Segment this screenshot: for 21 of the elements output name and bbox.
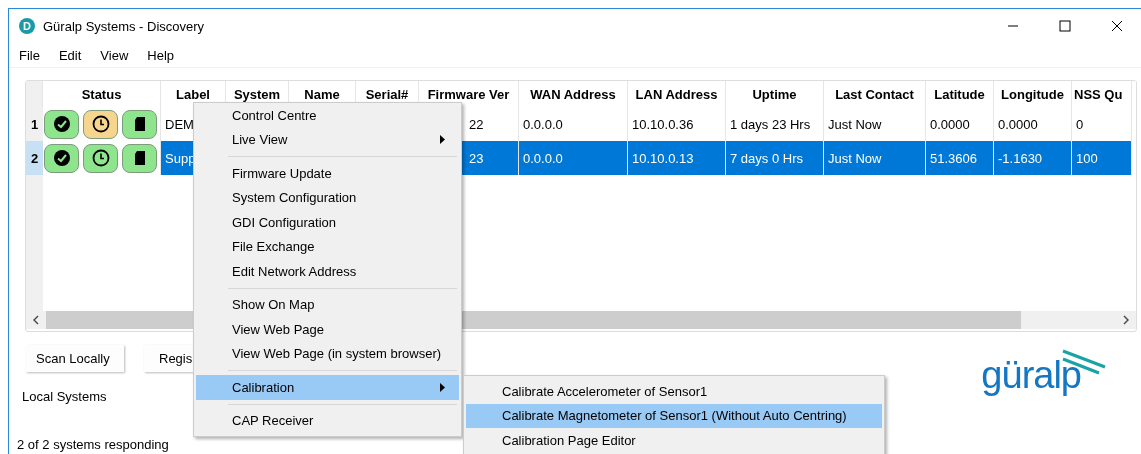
table-cell: 100 xyxy=(1076,150,1098,166)
app-icon: D xyxy=(19,18,35,34)
status-text: 2 of 2 systems responding xyxy=(17,437,169,452)
table-cell: 0.0.0.0 xyxy=(523,150,563,166)
table-cell: 0 xyxy=(1076,116,1084,132)
table-cell: -1.1630 xyxy=(998,150,1043,166)
table-cell: 10.10.0.13 xyxy=(632,150,694,166)
table-cell: Just Now xyxy=(828,116,882,132)
table-cell: 10.10.0.36 xyxy=(632,116,694,132)
table-cell: Just Now xyxy=(828,150,882,166)
section-label: Local Systems xyxy=(22,389,108,404)
table-cell: 1 days 23 Hrs xyxy=(730,116,811,132)
window-title: Güralp Systems - Discovery xyxy=(43,18,205,34)
table-cell: 7 days 0 Hrs xyxy=(730,150,803,166)
table-cell: DEM xyxy=(165,116,194,132)
table-cell: 0.0000 xyxy=(930,116,970,132)
table-cell: 22 xyxy=(469,116,484,132)
table-cell: 0.0.0.0 xyxy=(523,116,563,132)
table-cell: 0.0000 xyxy=(998,116,1038,132)
table-cell: 23 xyxy=(469,150,484,166)
table-cell: 51.3606 xyxy=(930,150,977,166)
